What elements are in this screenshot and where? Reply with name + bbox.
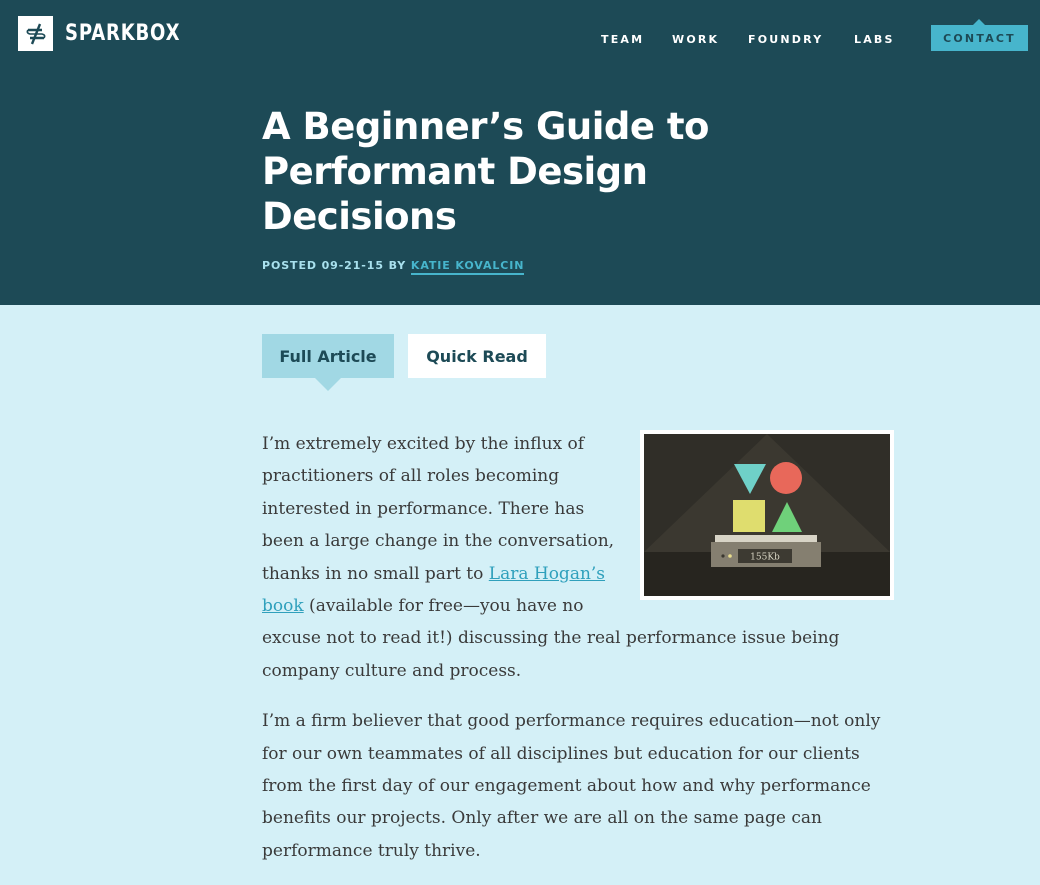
site-header: SPARKBOX TEAM WORK FOUNDRY LABS CONTACT … xyxy=(0,0,1040,305)
article-body: 155Kb I’m extremely excited by the influ… xyxy=(262,428,894,885)
main-nav: TEAM WORK FOUNDRY LABS xyxy=(0,33,1040,49)
scale-readout: 155Kb xyxy=(750,553,780,563)
posted-date: POSTED 09-21-15 BY xyxy=(262,259,407,272)
article-figure: 155Kb xyxy=(640,430,894,600)
byline: POSTED 09-21-15 BY KATIE KOVALCIN xyxy=(262,259,525,275)
performance-scale-illustration: 155Kb xyxy=(644,434,890,596)
nav-item-foundry[interactable]: FOUNDRY xyxy=(748,33,823,46)
contact-button[interactable]: CONTACT xyxy=(931,19,1028,51)
nav-item-team[interactable]: TEAM xyxy=(601,33,644,46)
tab-full-article[interactable]: Full Article xyxy=(262,334,394,391)
nav-item-work[interactable]: WORK xyxy=(672,33,719,46)
article-title: A Beginner’s Guide to Performant Design … xyxy=(262,105,709,238)
author-link[interactable]: KATIE KOVALCIN xyxy=(410,259,525,275)
tab-quick-read[interactable]: Quick Read xyxy=(408,334,546,378)
paragraph-2: I’m a firm believer that good performanc… xyxy=(262,711,881,861)
nav-item-labs[interactable]: LABS xyxy=(854,33,895,46)
